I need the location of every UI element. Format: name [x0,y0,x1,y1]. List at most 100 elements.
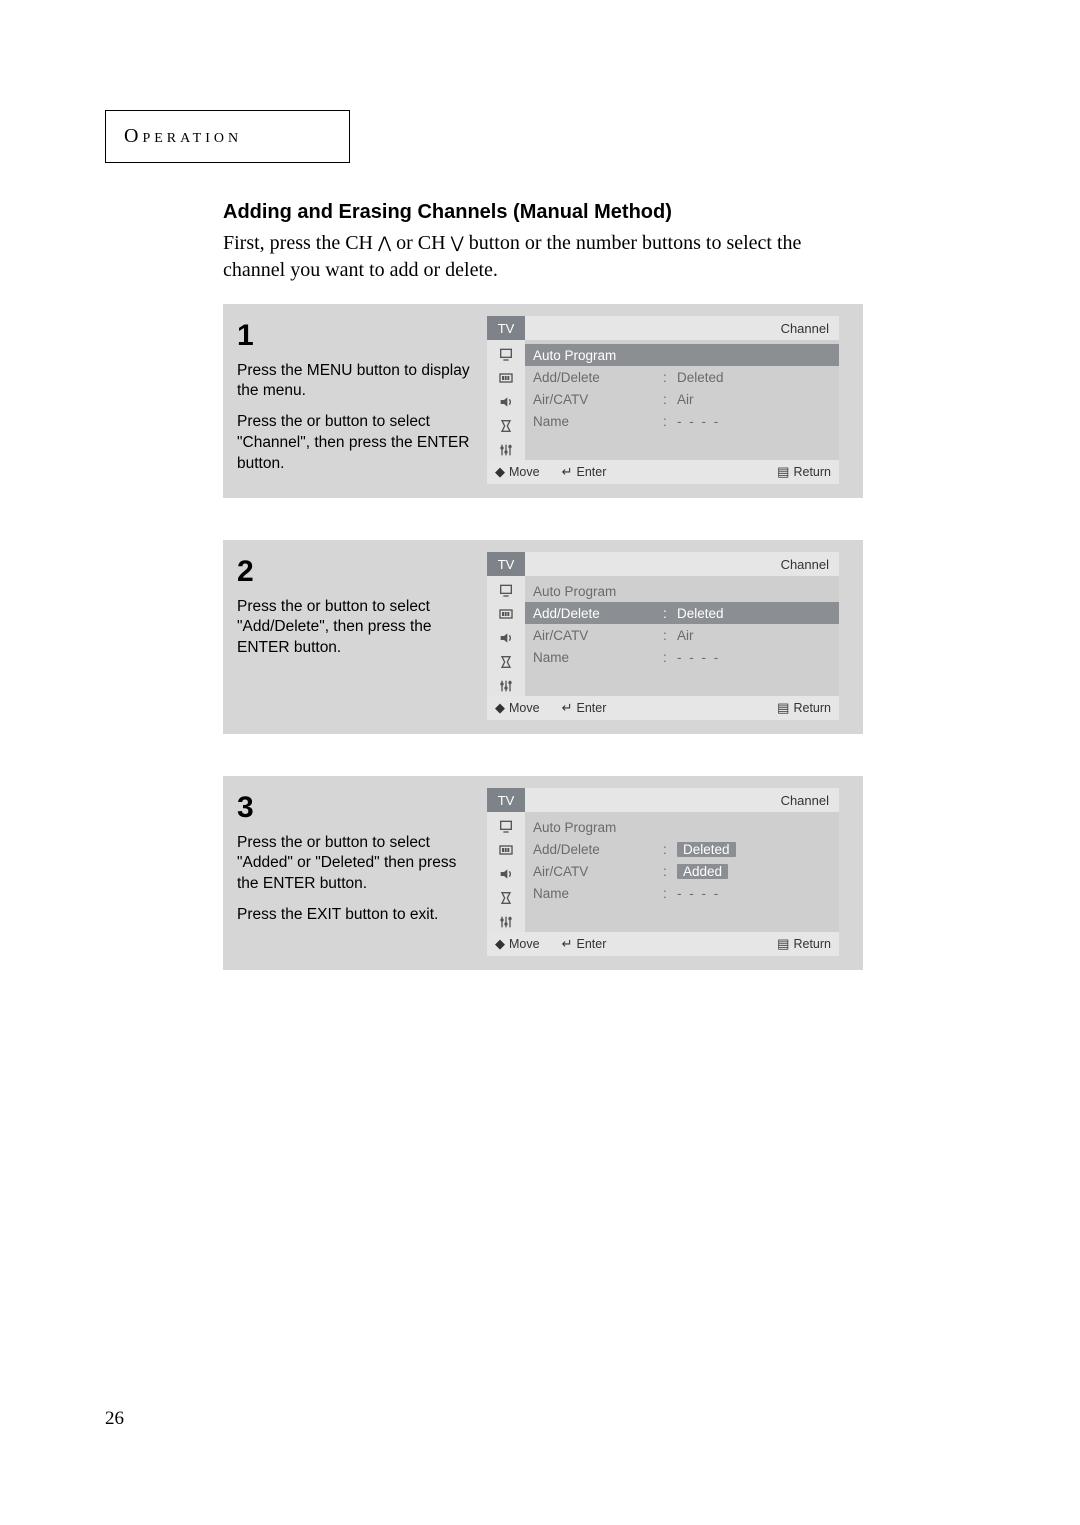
enter-icon: ↵ [562,700,573,716]
menu-label: Add/Delete [533,842,663,857]
move-arrows-icon: ◆ [495,464,505,480]
tv-sound-icon [494,628,518,648]
tv-tab: TV [487,316,525,340]
menu-label: Name [533,414,663,429]
chevron-up-icon: ⋀ [378,235,391,252]
step-3: 3 Press the or button to select "Added" … [223,776,863,970]
tv-sound-icon [494,864,518,884]
menu-auto-program[interactable]: Auto Program [525,580,839,602]
tv-input-icon [494,840,518,860]
tv-setup-icon [494,652,518,672]
footer-enter: ↵Enter [562,936,607,952]
page-number: 26 [105,1408,124,1430]
tv-title: Channel [525,552,839,576]
tv-input-icon [494,368,518,388]
menu-value: Deleted [677,606,839,621]
tv-sliders-icon [494,676,518,696]
step-1-number: 1 [237,316,473,357]
tv-input-icon [494,604,518,624]
step-1-line-1: Press the MENU button to display the men… [237,361,473,403]
tv-title: Channel [525,788,839,812]
footer-move: ◆Move [495,464,540,480]
tv-picture-icon [494,580,518,600]
menu-label: Add/Delete [533,606,663,621]
step-1-line-2: Press the or button to select "Channel",… [237,412,473,475]
value-deleted-chip[interactable]: Deleted [677,842,736,857]
tv-header: TV Channel [487,316,839,340]
enter-icon: ↵ [562,936,573,952]
menu-auto-program[interactable]: Auto Program [525,344,839,366]
footer-enter: ↵Enter [562,700,607,716]
tv-header: TV Channel [487,788,839,812]
menu-blank [525,432,839,454]
return-icon: ▤ [777,936,789,952]
footer-return: ▤Return [777,936,831,952]
tv-icon-column [487,812,525,932]
menu-air-catv[interactable]: Air/CATV : Air [525,388,839,410]
tv-footer: ◆Move ↵Enter ▤Return [487,696,839,720]
move-arrows-icon: ◆ [495,700,505,716]
tv-header: TV Channel [487,552,839,576]
enter-icon: ↵ [562,464,573,480]
tv-sliders-icon [494,440,518,460]
menu-add-delete[interactable]: Add/Delete : Deleted [525,838,839,860]
menu-name[interactable]: Name : - - - - [525,646,839,668]
step-3-number: 3 [237,788,473,829]
menu-add-delete[interactable]: Add/Delete : Deleted [525,366,839,388]
return-icon: ▤ [777,700,789,716]
tv-picture-icon [494,344,518,364]
value-added-chip[interactable]: Added [677,864,728,879]
page-container: Operation Adding and Erasing Channels (M… [105,110,975,970]
menu-value: Deleted [677,370,839,385]
step-2: 2 Press the or button to select "Add/Del… [223,540,863,734]
step-3-line-2: Press the EXIT button to exit. [237,905,473,926]
menu-value: Air [677,628,839,643]
tv-icon-column [487,576,525,696]
menu-name[interactable]: Name : - - - - [525,882,839,904]
tv-icon-column [487,340,525,460]
menu-add-delete[interactable]: Add/Delete : Deleted [525,602,839,624]
step-3-text: 3 Press the or button to select "Added" … [237,788,473,926]
menu-value: - - - - [677,414,839,429]
tv-setup-icon [494,888,518,908]
menu-value: - - - - [677,886,839,901]
section-label: Operation [124,125,242,147]
menu-air-catv[interactable]: Air/CATV : Air [525,624,839,646]
return-icon: ▤ [777,464,789,480]
menu-label: Auto Program [533,348,663,363]
tv-panel-1: TV Channel Auto Program Add/Delete [487,316,839,484]
menu-label: Air/CATV [533,864,663,879]
tv-panel-3: TV Channel Auto Program Add/Delete [487,788,839,956]
tv-setup-icon [494,416,518,436]
section-label-box: Operation [105,110,350,163]
tv-menu-rows: Auto Program Add/Delete : Deleted Air/CA… [525,340,839,460]
footer-move: ◆Move [495,936,540,952]
footer-return: ▤Return [777,700,831,716]
menu-name[interactable]: Name : - - - - [525,410,839,432]
menu-label: Name [533,650,663,665]
tv-menu-rows: Auto Program Add/Delete : Deleted Air/CA… [525,812,839,932]
intro-part-a: First, press the CH [223,232,378,254]
footer-return: ▤Return [777,464,831,480]
intro-text: First, press the CH ⋀ or CH ⋁ button or … [223,230,843,284]
tv-sliders-icon [494,912,518,932]
menu-blank [525,904,839,926]
menu-auto-program[interactable]: Auto Program [525,816,839,838]
menu-air-catv[interactable]: Air/CATV : Added [525,860,839,882]
tv-tab: TV [487,788,525,812]
tv-panel-2: TV Channel Auto Program Add/Delete [487,552,839,720]
intro-part-b: or CH [391,232,450,254]
menu-label: Add/Delete [533,370,663,385]
tv-title: Channel [525,316,839,340]
footer-enter: ↵Enter [562,464,607,480]
tv-footer: ◆Move ↵Enter ▤Return [487,460,839,484]
move-arrows-icon: ◆ [495,936,505,952]
menu-label: Auto Program [533,820,663,835]
tv-picture-icon [494,816,518,836]
tv-sound-icon [494,392,518,412]
menu-value: - - - - [677,650,839,665]
step-1: 1 Press the MENU button to display the m… [223,304,863,498]
menu-label: Name [533,886,663,901]
menu-value: Air [677,392,839,407]
menu-value: Deleted [677,842,839,857]
